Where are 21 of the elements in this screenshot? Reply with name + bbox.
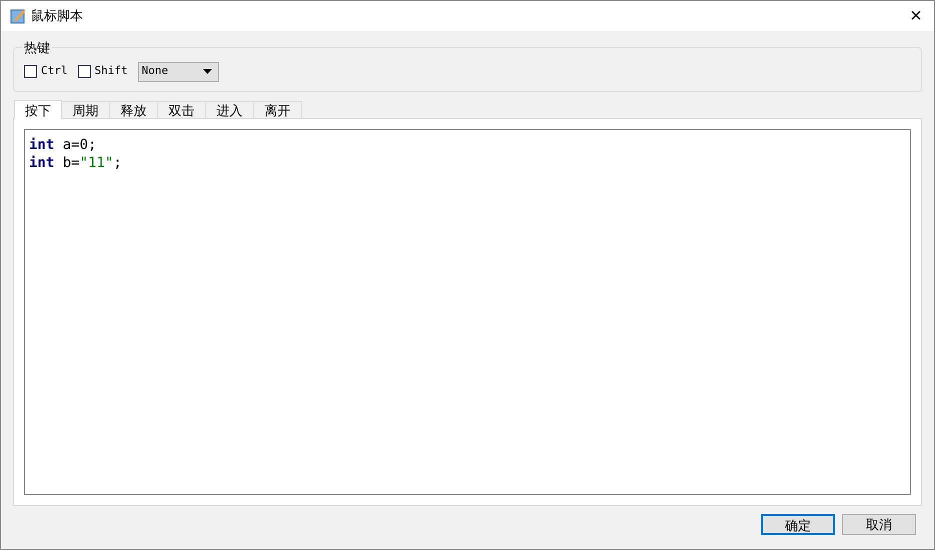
tab[interactable]: 离开 (254, 101, 302, 118)
tab[interactable]: 释放 (110, 101, 158, 118)
key-value: None (142, 63, 168, 80)
code-editor[interactable]: int a=0; int b="11"; (24, 129, 911, 495)
dialog-button[interactable]: 取消 (842, 514, 916, 535)
tab[interactable]: 进入 (206, 101, 254, 118)
close-button[interactable]: × (906, 6, 926, 26)
key-dropdown[interactable]: None (138, 62, 219, 82)
tab[interactable]: 双击 (158, 101, 206, 118)
code-line: int b="11"; (29, 154, 123, 172)
tab[interactable]: 按下 (14, 100, 62, 119)
app-icon (10, 8, 26, 24)
checkbox-label: Ctrl (41, 63, 68, 80)
dialog-button[interactable]: 确定 (761, 514, 835, 535)
checkbox[interactable] (78, 65, 90, 78)
window-title: 鼠标脚本 (31, 7, 83, 26)
caret-icon (202, 69, 212, 74)
checkbox-label: Shift (94, 63, 128, 80)
checkbox[interactable] (24, 65, 37, 78)
code-line: int a=0; (29, 136, 98, 154)
tab[interactable]: 周期 (62, 101, 110, 118)
